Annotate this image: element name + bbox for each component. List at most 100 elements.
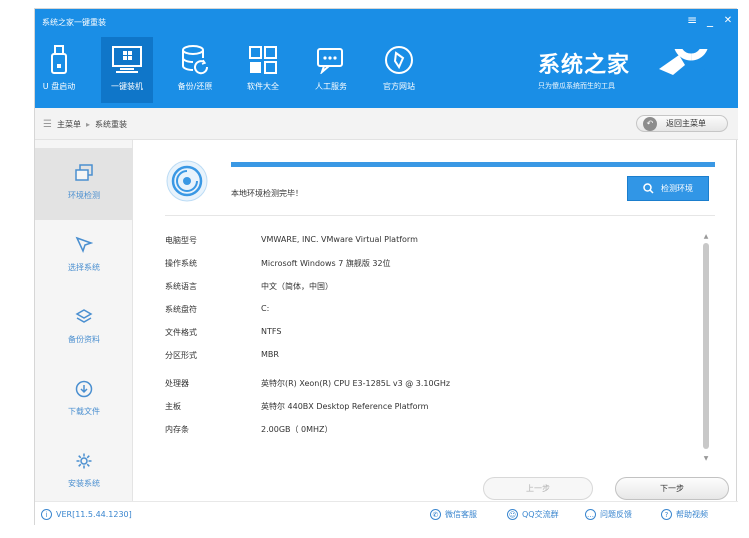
sidebar-item-label: 安装系统: [68, 479, 100, 488]
compass-icon: [384, 45, 414, 75]
version-text: VER[11.5.44.1230]: [56, 510, 132, 519]
search-icon: [643, 183, 654, 194]
info-value: 英特尔(R) Xeon(R) CPU E3-1285L v3 @ 3.10GHz: [261, 379, 451, 388]
sidebar-item-label: 下载文件: [68, 407, 100, 416]
scroll-thumb[interactable]: [703, 243, 709, 449]
detect-environment-button[interactable]: 检测环境: [627, 176, 709, 201]
app-window: 系统之家一键重装 ≡ _ ✕ U 盘启动 一键装机 备份/还原 软件大全 人工服…: [34, 8, 738, 526]
info-value: C:: [261, 304, 270, 313]
nav-label: U 盘启动: [42, 82, 76, 91]
close-button[interactable]: ✕: [721, 15, 735, 26]
scan-progress-bar: [231, 162, 715, 167]
copy-windows-icon: [75, 164, 93, 181]
list-icon: ☰: [43, 119, 52, 130]
sidebar-item-label: 备份资料: [68, 335, 100, 344]
nav-item-official-site[interactable]: 官方网站: [373, 37, 425, 103]
info-row: 系统盘符 C:: [165, 304, 269, 318]
footer-link-label: QQ交流群: [522, 510, 559, 519]
info-row: 系统语言 中文（简体，中国）: [165, 281, 333, 295]
header-bar: 系统之家一键重装 ≡ _ ✕ U 盘启动 一键装机 备份/还原 软件大全 人工服…: [35, 9, 738, 108]
info-row: 内存条 2.00GB（ 0MHZ）: [165, 424, 333, 438]
info-value: MBR: [261, 350, 279, 359]
info-row: 文件格式 NTFS: [165, 327, 281, 341]
info-key: 系统语言: [165, 282, 197, 291]
feedback-icon: …: [585, 509, 596, 520]
brand-title: 系统之家: [538, 52, 631, 78]
sidebar-item-backup-data[interactable]: 备份资料: [35, 292, 133, 364]
info-row: 分区形式 MBR: [165, 350, 279, 364]
layers-icon: [75, 309, 93, 323]
footer-link-label: 微信客服: [445, 510, 477, 519]
main-nav: U 盘启动 一键装机 备份/还原 软件大全 人工服务 官方网站: [39, 37, 441, 103]
database-restore-icon: [180, 45, 210, 75]
nav-label: 软件大全: [247, 82, 279, 91]
qq-icon: ☺: [507, 509, 518, 520]
apps-grid-icon: [248, 45, 278, 75]
nav-item-backup-restore[interactable]: 备份/还原: [169, 37, 221, 103]
info-key: 主板: [165, 402, 181, 411]
minimize-button[interactable]: _: [703, 13, 717, 27]
scroll-down-icon[interactable]: ▼: [702, 455, 710, 462]
sidebar-item-select-system[interactable]: 选择系统: [35, 220, 133, 292]
info-key: 处理器: [165, 379, 189, 388]
footer-bar: i VER[11.5.44.1230] ✆ 微信客服 ☺ QQ交流群 … 问题反…: [35, 501, 738, 526]
info-value: VMWARE, INC. VMware Virtual Platform: [261, 235, 418, 244]
back-to-menu-button[interactable]: ↶ 返回主菜单: [636, 115, 728, 132]
step-sidebar: 环境检测 选择系统 备份资料 下载文件 安装系统: [35, 140, 133, 501]
nav-label: 官方网站: [383, 82, 415, 91]
breadcrumb-current: 系统重装: [94, 120, 127, 129]
info-value: 英特尔 440BX Desktop Reference Platform: [261, 402, 429, 411]
divider: [165, 215, 715, 216]
nav-item-software[interactable]: 软件大全: [237, 37, 289, 103]
nav-label: 人工服务: [315, 82, 347, 91]
wechat-support-link[interactable]: ✆ 微信客服: [430, 509, 477, 520]
info-row: 主板 英特尔 440BX Desktop Reference Platform: [165, 401, 428, 415]
sidebar-item-label: 环境检测: [68, 191, 100, 200]
back-arrow-icon: ↶: [643, 116, 657, 131]
help-video-link[interactable]: ? 帮助视频: [661, 509, 708, 520]
nav-item-manual-service[interactable]: 人工服务: [305, 37, 357, 103]
info-value: NTFS: [261, 327, 282, 336]
cursor-arrow-icon: [75, 236, 93, 254]
scan-status-icon: [165, 159, 209, 206]
info-row: 处理器 英特尔(R) Xeon(R) CPU E3-1285L v3 @ 3.10…: [165, 378, 450, 392]
info-scrollbar[interactable]: ▲ ▼: [702, 233, 710, 465]
info-value: 中文（简体，中国）: [261, 282, 333, 291]
sidebar-item-env-check[interactable]: 环境检测: [35, 148, 133, 220]
breadcrumb: ☰ 主菜单 ▸ 系统重装: [43, 119, 127, 130]
previous-step-button[interactable]: 上一步: [483, 477, 593, 500]
usb-drive-icon: [44, 45, 74, 75]
next-step-button[interactable]: 下一步: [615, 477, 729, 500]
footer-link-label: 帮助视频: [676, 510, 708, 519]
info-key: 操作系统: [165, 259, 197, 268]
sidebar-item-install-system[interactable]: 安装系统: [35, 436, 133, 508]
monitor-windows-icon: [112, 45, 142, 75]
back-button-label: 返回主菜单: [666, 119, 706, 128]
info-value: Microsoft Windows 7 旗舰版 32位: [261, 259, 391, 268]
info-row: 操作系统 Microsoft Windows 7 旗舰版 32位: [165, 258, 391, 272]
footer-link-label: 问题反馈: [600, 510, 632, 519]
nav-item-one-click-install[interactable]: 一键装机: [101, 37, 153, 103]
gear-icon: [76, 453, 92, 469]
breadcrumb-home[interactable]: 主菜单: [57, 119, 81, 130]
info-key: 系统盘符: [165, 305, 197, 314]
nav-label: 一键装机: [111, 82, 143, 91]
sidebar-item-label: 选择系统: [68, 263, 100, 272]
main-panel: 本地环境检测完毕！ 检测环境 电脑型号 VMWARE, INC. VMware V…: [133, 140, 738, 501]
nav-item-usb-boot[interactable]: U 盘启动: [39, 37, 79, 103]
info-key: 内存条: [165, 425, 189, 434]
info-key: 分区形式: [165, 351, 197, 360]
brand-block: 系统之家 只为傻瓜系统而生的工具: [538, 47, 630, 91]
download-circle-icon: [75, 380, 93, 398]
feedback-link[interactable]: … 问题反馈: [585, 509, 632, 520]
breadcrumb-bar: ☰ 主菜单 ▸ 系统重装 ↶ 返回主菜单: [35, 108, 738, 140]
scroll-up-icon[interactable]: ▲: [702, 233, 710, 240]
version-info: i VER[11.5.44.1230]: [41, 509, 132, 520]
nav-label: 备份/还原: [177, 82, 213, 91]
menu-button[interactable]: ≡: [685, 13, 699, 27]
qq-group-link[interactable]: ☺ QQ交流群: [507, 509, 559, 520]
sidebar-item-download-files[interactable]: 下载文件: [35, 364, 133, 436]
brand-subtitle: 只为傻瓜系统而生的工具: [538, 82, 615, 90]
info-value: 2.00GB（ 0MHZ）: [261, 425, 333, 434]
brand-logo-icon: [657, 25, 723, 92]
